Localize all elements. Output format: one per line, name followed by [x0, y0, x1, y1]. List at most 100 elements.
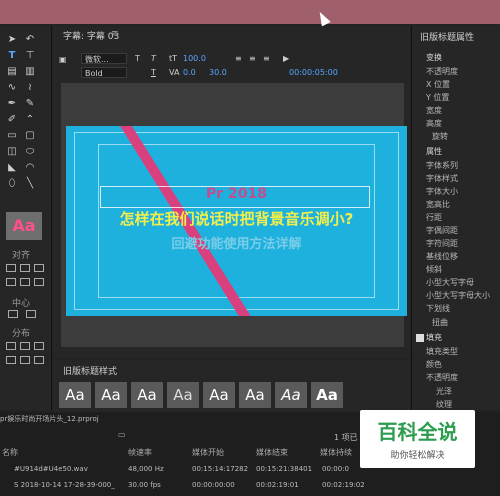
rectangle-tool-icon[interactable]: ▭ [6, 130, 18, 142]
title-text-line-1[interactable]: Pr 2018 [66, 186, 407, 202]
selection-tool-icon[interactable]: ➤ [6, 34, 18, 46]
kerning-value[interactable]: 0.0 [183, 67, 196, 78]
add-anchor-tool-icon[interactable]: ✎ [24, 98, 36, 110]
align-left-icon[interactable] [6, 264, 16, 272]
prop-font-style: 字体样式 [426, 174, 458, 183]
align-label: 对齐 [12, 251, 31, 261]
font-family-dropdown[interactable]: 微软... [81, 53, 127, 64]
convert-anchor-tool-icon[interactable]: ⌃ [24, 114, 36, 126]
tracking-value[interactable]: 30.0 [209, 67, 227, 78]
distribute-center-icon[interactable] [20, 342, 30, 350]
distribute-label: 分布 [12, 329, 31, 339]
table-row-1-name[interactable]: #U914d#U4e50.wav [14, 465, 88, 473]
distribute-left-icon[interactable] [6, 342, 16, 350]
table-row-1-rate: 48,000 Hz [128, 465, 164, 473]
align-bottom-icon[interactable] [34, 278, 44, 286]
delete-anchor-tool-icon[interactable]: ✐ [6, 114, 18, 126]
prop-distort[interactable]: 扭曲 [432, 317, 448, 328]
prop-x-position: X 位置 [426, 80, 451, 89]
prop-width: 宽度 [426, 106, 442, 115]
folder-icon[interactable]: ▭ [118, 430, 126, 439]
align-text-center-icon[interactable]: ≡ [249, 53, 261, 64]
distribute-middle-icon[interactable] [20, 356, 30, 364]
align-text-left-icon[interactable]: ≡ [235, 53, 247, 64]
prop-underline: 下划线 [426, 304, 450, 313]
rounded-corner-tool-icon[interactable]: ⬭ [24, 146, 36, 158]
center-vertical-icon[interactable] [26, 310, 36, 318]
table-row-1-end: 00:15:21:38401 [256, 465, 313, 473]
font-style-dropdown[interactable]: Bold [81, 67, 127, 78]
items-count: 1 项已 [334, 433, 358, 442]
rounded-rectangle-tool-icon[interactable]: ▢ [24, 130, 36, 142]
window-title-bar [0, 0, 500, 24]
table-row-2-end: 00:02:19:01 [256, 481, 299, 489]
prop-rotate[interactable]: 旋转 [432, 131, 448, 142]
prop-aspect: 宽高比 [426, 200, 450, 209]
align-middle-icon[interactable] [20, 278, 30, 286]
title-text-line-3[interactable]: 回避功能使用方法详解 [66, 233, 407, 252]
column-name[interactable]: 名称 [2, 447, 18, 458]
style-sample-4[interactable]: Aa [167, 382, 199, 408]
line-tool-icon[interactable]: ╲ [24, 178, 36, 190]
pen-tool-icon[interactable]: ✒ [6, 98, 18, 110]
align-top-icon[interactable] [6, 278, 16, 286]
distribute-bottom-icon[interactable] [34, 356, 44, 364]
style-sample-5[interactable]: Aa [203, 382, 235, 408]
prop-texture[interactable]: 纹理 [436, 399, 452, 410]
wedge-tool-icon[interactable]: ◣ [6, 162, 18, 174]
transform-section[interactable]: 变换 [426, 52, 442, 63]
font-size-value[interactable]: 100.0 [183, 53, 206, 64]
title-tools-panel: ➤ ↶ T ⊤ ▤ ▥ ∿ ≀ ✒ ✎ ✐ ⌃ ▭ ▢ ◫ ⬭ ◣ ◠ ⬯ ╲ … [0, 26, 52, 410]
rotation-tool-icon[interactable]: ↶ [24, 34, 36, 46]
column-media-start[interactable]: 媒体开始 [192, 447, 224, 458]
style-sample-8[interactable]: Aa [311, 382, 343, 408]
column-media-end[interactable]: 媒体结束 [256, 447, 288, 458]
align-right-icon[interactable] [34, 264, 44, 272]
style-sample-3[interactable]: Aa [131, 382, 163, 408]
distribute-top-icon[interactable] [6, 356, 16, 364]
distribute-right-icon[interactable] [34, 342, 44, 350]
fill-checkbox[interactable] [416, 334, 424, 342]
title-text-line-2[interactable]: 怎样在我们说话时把背景音乐调小? [66, 208, 407, 229]
center-label: 中心 [12, 299, 31, 309]
vertical-area-type-icon[interactable]: ▥ [24, 66, 36, 78]
vertical-type-tool-icon[interactable]: ⊤ [24, 50, 36, 62]
playback-icon[interactable]: ▶ [283, 53, 295, 64]
clipped-corner-tool-icon[interactable]: ◫ [6, 146, 18, 158]
style-sample-6[interactable]: Aa [239, 382, 271, 408]
new-title-icon[interactable]: ▣ [59, 54, 73, 65]
prop-font-family: 字体系列 [426, 161, 458, 170]
italic-icon[interactable]: T [151, 53, 163, 64]
prop-gloss[interactable]: 光泽 [436, 386, 452, 397]
style-sample-7[interactable]: Aa [275, 382, 307, 408]
column-media-duration[interactable]: 媒体持续 [320, 447, 352, 458]
prop-slant: 倾斜 [426, 265, 442, 274]
bold-icon[interactable]: T [135, 53, 147, 64]
type-tool-icon[interactable]: T [6, 50, 18, 62]
arc-tool-icon[interactable]: ◠ [24, 162, 36, 174]
style-sample-1[interactable]: Aa [59, 382, 91, 408]
timecode-value[interactable]: 00:00:05:00 [289, 67, 338, 78]
underline-icon[interactable]: T [151, 67, 163, 78]
style-sample-2[interactable]: Aa [95, 382, 127, 408]
table-row-2-name[interactable]: S 2018-10-14 17-28-39-000_ [14, 481, 115, 489]
align-text-right-icon[interactable]: ≡ [263, 53, 275, 64]
prop-y-position: Y 位置 [426, 93, 450, 102]
prop-kerning: 字偶间距 [426, 226, 458, 235]
watermark-title: 百科全说 [377, 420, 458, 444]
table-row-2-duration: 00:02:19:02 [322, 481, 365, 489]
column-frame-rate[interactable]: 帧速率 [128, 447, 152, 458]
area-type-tool-icon[interactable]: ▤ [6, 66, 18, 78]
center-horizontal-icon[interactable] [8, 310, 18, 318]
prop-opacity: 不透明度 [426, 67, 458, 76]
prop-fill-opacity: 不透明度 [426, 373, 458, 382]
fill-section[interactable]: 填充 [426, 332, 442, 343]
panel-menu-icon[interactable]: ≡ [111, 29, 119, 39]
vertical-path-type-icon[interactable]: ≀ [24, 82, 36, 94]
align-center-icon[interactable] [20, 264, 30, 272]
ellipse-tool-icon[interactable]: ⬯ [6, 178, 18, 190]
attributes-section[interactable]: 属性 [426, 146, 442, 157]
path-type-tool-icon[interactable]: ∿ [6, 82, 18, 94]
style-swatch[interactable]: Aa [6, 212, 42, 240]
table-row-1-start: 00:15:14:17282 [192, 465, 249, 473]
